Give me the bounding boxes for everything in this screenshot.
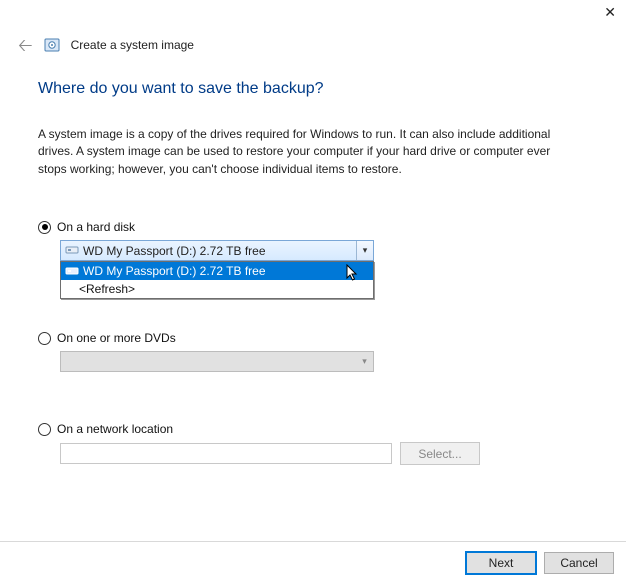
dropdown-item-refresh[interactable]: <Refresh>: [61, 280, 373, 298]
dvd-combobox-drop-button: ▾: [356, 352, 373, 371]
hard-disk-dropdown: WD My Passport (D:) 2.72 TB free <Refres…: [60, 261, 374, 299]
radio-network-label[interactable]: On a network location: [57, 422, 173, 436]
hard-disk-combobox[interactable]: WD My Passport (D:) 2.72 TB free ▾: [60, 240, 374, 261]
chevron-down-icon: ▾: [362, 356, 367, 367]
radio-hard-disk[interactable]: [38, 221, 51, 234]
back-arrow-icon[interactable]: 🡠: [18, 36, 33, 54]
hard-disk-selected-label: WD My Passport (D:) 2.72 TB free: [83, 244, 266, 258]
combobox-drop-button[interactable]: ▾: [356, 241, 373, 260]
radio-dvd-label[interactable]: On one or more DVDs: [57, 331, 176, 345]
dvd-combobox-disabled: ▾: [60, 351, 374, 372]
radio-network[interactable]: [38, 423, 51, 436]
page-heading: Where do you want to save the backup?: [38, 80, 598, 98]
radio-dvd[interactable]: [38, 332, 51, 345]
wizard-header: 🡠 Create a system image: [18, 36, 194, 54]
system-image-icon: [43, 36, 61, 54]
chevron-down-icon: ▾: [363, 245, 368, 256]
drive-icon: [65, 243, 79, 257]
network-path-input[interactable]: [60, 443, 392, 464]
page-description: A system image is a copy of the drives r…: [38, 126, 578, 178]
cancel-button[interactable]: Cancel: [544, 552, 614, 574]
dropdown-item-drive-label: WD My Passport (D:) 2.72 TB free: [83, 264, 266, 278]
dropdown-item-refresh-label: <Refresh>: [79, 282, 135, 296]
network-select-button: Select...: [400, 442, 480, 465]
close-icon[interactable]: ✕: [604, 4, 616, 21]
dropdown-item-drive[interactable]: WD My Passport (D:) 2.72 TB free: [61, 262, 373, 280]
wizard-title: Create a system image: [71, 38, 194, 52]
radio-hard-disk-label[interactable]: On a hard disk: [57, 220, 135, 234]
wizard-footer: Next Cancel: [0, 541, 626, 583]
drive-icon: [65, 264, 79, 278]
next-button[interactable]: Next: [466, 552, 536, 574]
